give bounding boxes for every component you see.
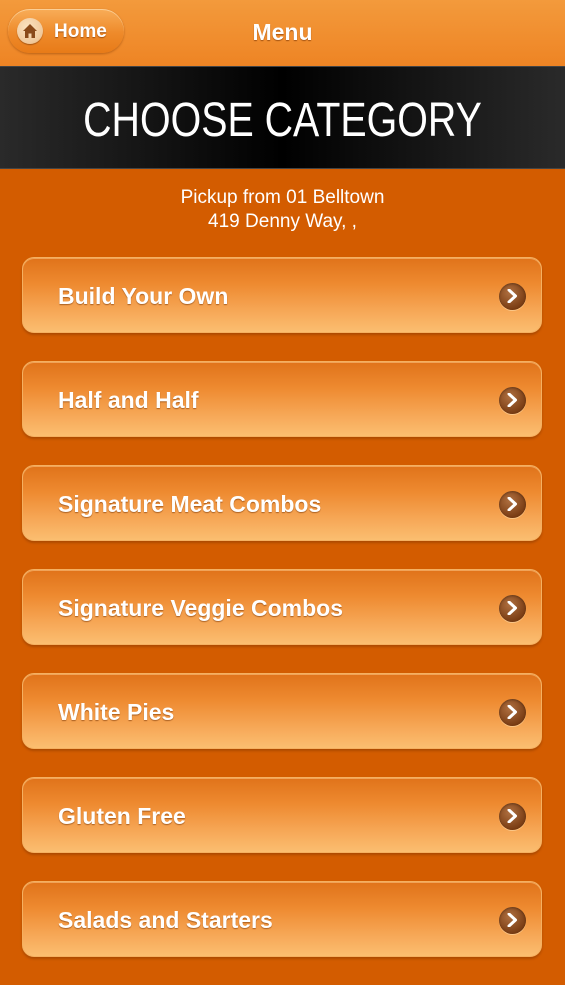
category-label: Half and Half: [58, 387, 199, 413]
category-item-salads-and-starters[interactable]: Salads and Starters: [22, 881, 542, 957]
category-item-half-and-half[interactable]: Half and Half: [22, 361, 542, 437]
chevron-right-icon: [499, 699, 526, 726]
category-label: Build Your Own: [58, 283, 229, 309]
category-label: Signature Meat Combos: [58, 491, 322, 517]
category-item-build-your-own[interactable]: Build Your Own: [22, 257, 542, 333]
banner-title: CHOOSE CATEGORY: [83, 94, 482, 147]
category-label: White Pies: [58, 699, 175, 725]
pickup-info: Pickup from 01 Belltown 419 Denny Way, ,: [0, 186, 565, 234]
chevron-right-icon: [499, 595, 526, 622]
category-item-gluten-free[interactable]: Gluten Free: [22, 777, 542, 853]
pickup-location: Pickup from 01 Belltown: [180, 187, 385, 208]
category-label: Salads and Starters: [58, 907, 273, 933]
chevron-right-icon: [499, 283, 526, 310]
category-label: Gluten Free: [58, 803, 186, 829]
page-title: Menu: [252, 19, 313, 45]
pickup-address: 419 Denny Way, ,: [208, 211, 357, 232]
chevron-right-icon: [499, 491, 526, 518]
category-label: Signature Veggie Combos: [58, 595, 343, 621]
category-item-white-pies[interactable]: White Pies: [22, 673, 542, 749]
category-item-signature-veggie-combos[interactable]: Signature Veggie Combos: [22, 569, 542, 645]
chevron-right-icon: [499, 907, 526, 934]
top-bar: Home Menu: [0, 0, 565, 66]
category-list: Build Your Own Half and Half Signature M…: [22, 257, 542, 985]
chevron-right-icon: [499, 387, 526, 414]
category-item-signature-meat-combos[interactable]: Signature Meat Combos: [22, 465, 542, 541]
category-banner: CHOOSE CATEGORY: [0, 66, 565, 169]
chevron-right-icon: [499, 803, 526, 830]
